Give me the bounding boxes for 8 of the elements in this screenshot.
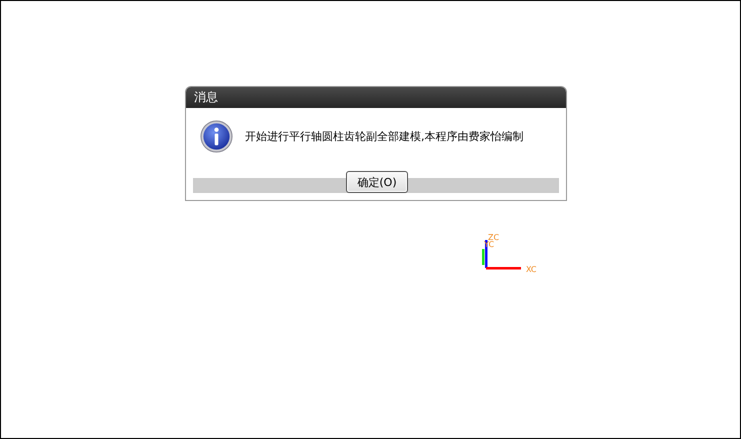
info-icon	[200, 120, 233, 152]
dialog-title: 消息	[194, 89, 218, 106]
x-axis	[486, 267, 521, 270]
axis-label: ZC	[488, 233, 500, 242]
message-text: 开始进行平行轴圆柱齿轮副全部建模,本程序由费家怡编制	[245, 128, 524, 144]
axis-label: XC	[526, 265, 536, 274]
ok-button[interactable]: 确定(O)	[346, 171, 408, 193]
y-axis	[482, 249, 484, 265]
